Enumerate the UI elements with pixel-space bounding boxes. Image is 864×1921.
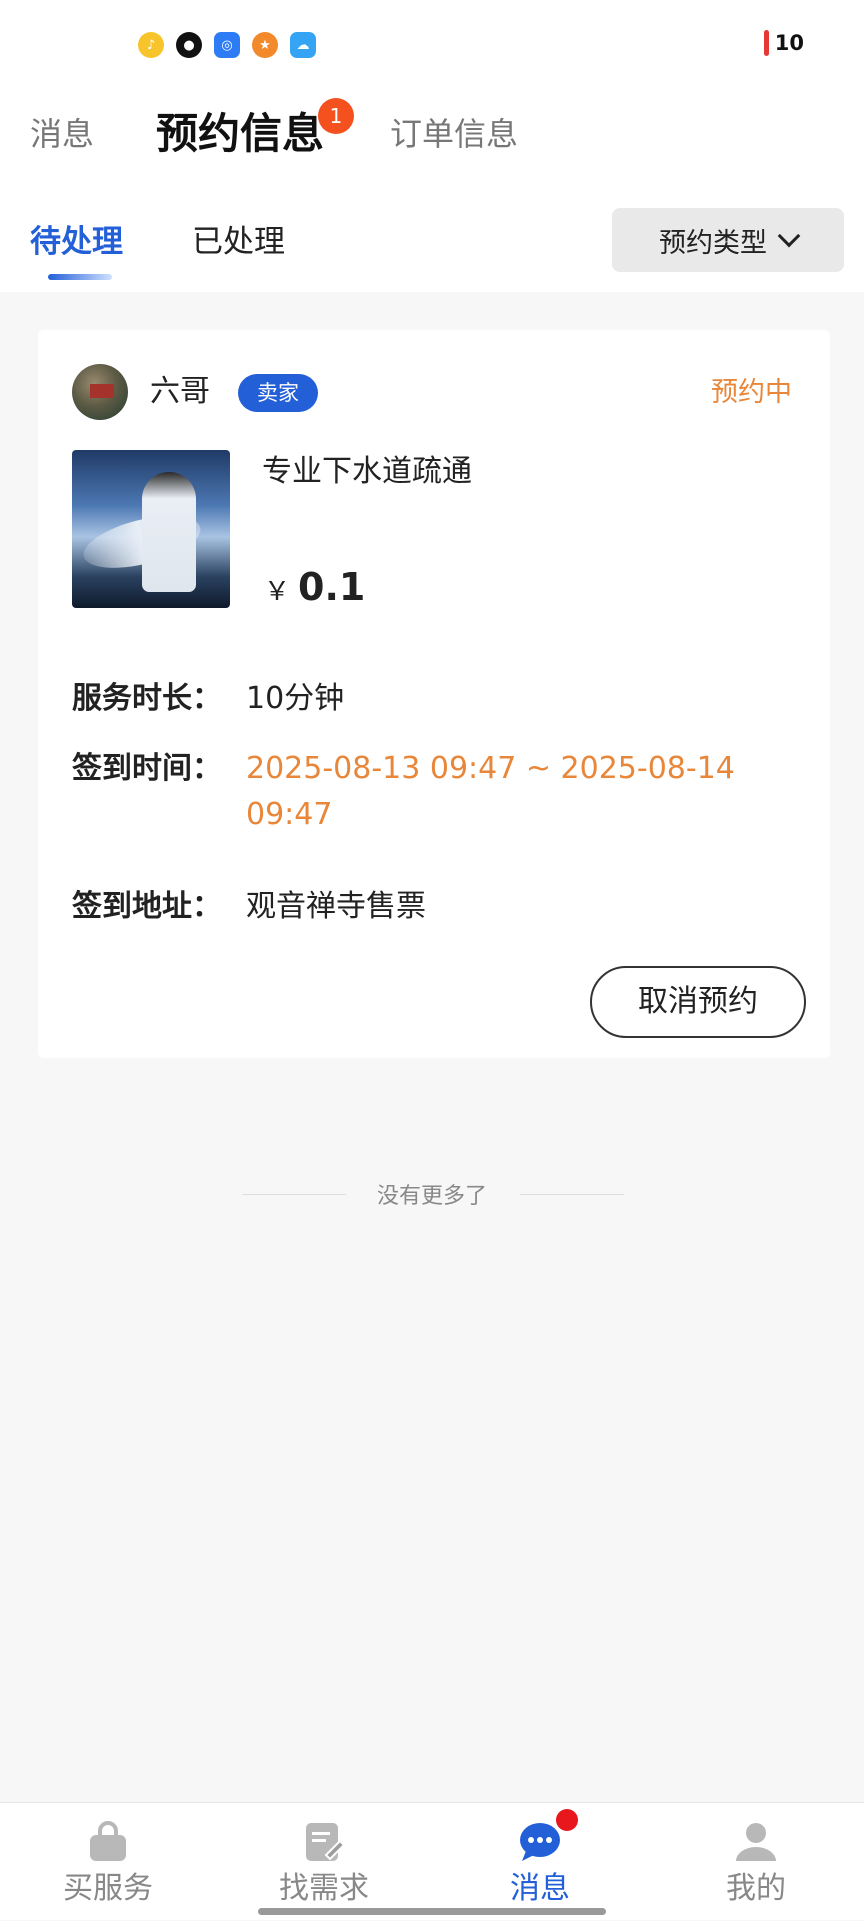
nav-label: 消息 [510, 1871, 570, 1906]
battery-level: 10 [774, 31, 804, 55]
nav-find-demand[interactable]: 找需求 [216, 1803, 432, 1921]
user-icon [736, 1823, 776, 1861]
unread-dot [556, 1809, 578, 1831]
game-app-icon: ★ [252, 32, 278, 58]
appointment-type-filter[interactable]: 预约类型 [612, 208, 844, 272]
tab-processed[interactable]: 已处理 [192, 212, 285, 272]
battery-icon [763, 30, 769, 56]
main-tabs: 消息 预约信息 1 订单信息 [0, 98, 864, 178]
chevron-down-icon [777, 224, 801, 248]
price: ￥ 0.1 [264, 562, 365, 620]
nav-mine[interactable]: 我的 [648, 1803, 864, 1921]
browser-icon: ◎ [214, 32, 240, 58]
avatar[interactable] [72, 364, 128, 420]
nav-label: 我的 [726, 1871, 786, 1906]
filter-label: 预约类型 [659, 227, 767, 259]
qq-icon: ● [176, 32, 202, 58]
duration-value: 10分钟 [246, 681, 345, 716]
bottom-nav: 买服务 找需求 消息 我的 [0, 1802, 864, 1920]
notification-icons: ♪ ● ◎ ★ ☁ [138, 32, 316, 58]
music-app-icon: ♪ [138, 32, 164, 58]
status-badge: 预约中 [711, 377, 792, 408]
cloud-app-icon: ☁ [290, 32, 316, 58]
tab-pending[interactable]: 待处理 [30, 212, 123, 272]
image-figure-shape [142, 472, 196, 592]
nav-messages[interactable]: 消息 [432, 1803, 648, 1921]
tab-messages[interactable]: 消息 [30, 98, 94, 170]
checkin-time-label: 签到时间： [72, 751, 222, 786]
product-title: 专业下水道疏通 [262, 454, 472, 489]
role-badge: 卖家 [238, 374, 318, 412]
edit-note-icon [306, 1823, 346, 1861]
nav-buy-service[interactable]: 买服务 [0, 1803, 216, 1921]
chat-bubble-icon [520, 1823, 560, 1861]
status-bar: ♪ ● ◎ ★ ☁ 10 [0, 0, 864, 92]
list-end-text: 没有更多了 [376, 1184, 487, 1209]
cancel-appointment-button[interactable]: 取消预约 [590, 966, 806, 1038]
checkin-address-value: 观音禅寺售票 [246, 889, 426, 924]
price-value: 0.1 [298, 565, 366, 609]
home-indicator[interactable] [258, 1908, 606, 1915]
duration-label: 服务时长： [72, 681, 222, 716]
nav-label: 找需求 [279, 1871, 369, 1906]
shopping-bag-icon [90, 1821, 126, 1861]
active-tab-indicator [48, 274, 112, 280]
sub-tabs: 待处理 已处理 预约类型 [0, 208, 864, 288]
divider [520, 1194, 624, 1195]
seller-name: 六哥 [150, 374, 210, 409]
tab-orders[interactable]: 订单信息 [390, 98, 518, 170]
tab-appointments[interactable]: 预约信息 [156, 98, 324, 170]
appointments-unread-badge: 1 [318, 98, 354, 134]
currency-symbol: ￥ [264, 577, 291, 607]
list-end-indicator: 没有更多了 [0, 1170, 864, 1220]
checkin-time-value: 2025-08-13 09:47 ~ 2025-08-14 09:47 [246, 751, 735, 832]
nav-label: 买服务 [63, 1871, 153, 1906]
battery-indicator: 10 [763, 30, 804, 56]
product-image[interactable] [72, 450, 230, 608]
appointment-card[interactable]: 六哥 卖家 预约中 专业下水道疏通 ￥ 0.1 服务时长： 10分钟 签到时间： … [38, 330, 830, 1058]
checkin-address-label: 签到地址： [72, 889, 222, 924]
